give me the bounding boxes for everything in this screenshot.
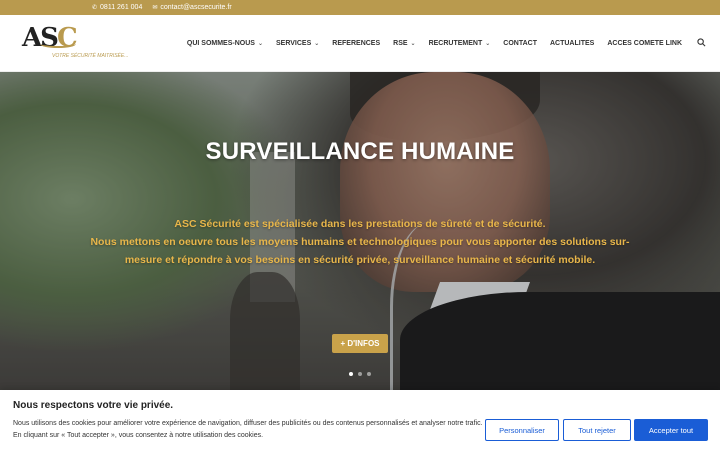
top-contact-bar: ✆ 0811 261 004 ✉ contact@ascsecurite.fr [0, 0, 720, 15]
hero-line-1: ASC Sécurité est spécialisée dans les pr… [174, 218, 546, 230]
slider-dot[interactable] [349, 372, 353, 376]
nav-item-services[interactable]: SERVICES ⌄ [276, 40, 319, 47]
site-logo[interactable]: ASC VOTRE SÉCURITÉ MAITRISÉE... [22, 23, 129, 65]
slider-dots [349, 372, 371, 376]
logo-mark: ASC [22, 23, 78, 53]
search-icon[interactable] [697, 38, 706, 49]
nav-item-label: RECRUTEMENT [428, 40, 483, 47]
hero-slider: SURVEILLANCE HUMAINE ASC Sécurité est sp… [0, 72, 720, 390]
nav-item-acces-comete-link[interactable]: ACCES COMETE LINK [607, 40, 682, 47]
nav-item-recrutement[interactable]: RECRUTEMENT ⌄ [429, 40, 491, 47]
chevron-down-icon: ⌄ [257, 41, 263, 47]
logo-tagline: VOTRE SÉCURITÉ MAITRISÉE... [52, 53, 129, 59]
cookie-banner: Nous respectons votre vie privée. Nous u… [0, 390, 720, 450]
accept-all-button[interactable]: Accepter tout [634, 419, 708, 441]
nav-item-references[interactable]: REFERENCES [332, 40, 380, 47]
nav-item-label: ACTUALITES [549, 40, 595, 47]
phone-number: 0811 261 004 [100, 4, 143, 11]
cookie-text: Nous utilisons des cookies pour améliore… [13, 420, 483, 439]
nav-item-label: QUI SOMMES-NOUS [186, 40, 255, 47]
email-contact[interactable]: ✉ contact@ascsecurite.fr [152, 4, 231, 11]
site-header: ASC VOTRE SÉCURITÉ MAITRISÉE... QUI SOMM… [0, 15, 720, 72]
nav-item-label: SERVICES [275, 40, 312, 47]
nav-item-actualites[interactable]: ACTUALITES [550, 40, 594, 47]
nav-item-qui-sommes-nous[interactable]: QUI SOMMES-NOUS ⌄ [187, 40, 263, 47]
nav-item-label: ACCES COMETE LINK [607, 40, 682, 47]
envelope-icon: ✉ [152, 5, 158, 11]
chevron-down-icon: ⌄ [314, 41, 320, 47]
chevron-down-icon: ⌄ [485, 41, 491, 47]
slider-dot[interactable] [358, 372, 362, 376]
chevron-down-icon: ⌄ [410, 41, 416, 47]
phone-contact[interactable]: ✆ 0811 261 004 [92, 4, 142, 11]
email-address: contact@ascsecurite.fr [160, 4, 232, 11]
reject-all-button[interactable]: Tout rejeter [563, 419, 631, 441]
cookie-title: Nous respectons votre vie privée. [13, 400, 174, 411]
nav-item-label: REFERENCES [332, 40, 381, 47]
hero-line-2: Nous mettons en oeuvre tous les moyens h… [90, 236, 630, 266]
phone-icon: ✆ [92, 5, 98, 11]
nav-item-rse[interactable]: RSE ⌄ [393, 40, 415, 47]
customize-button[interactable]: Personnaliser [485, 419, 559, 441]
main-navigation: QUI SOMMES-NOUS ⌄ SERVICES ⌄ REFERENCES RSE ⌄ R… [187, 38, 706, 49]
nav-item-label: CONTACT [503, 40, 537, 47]
nav-item-label: RSE [393, 40, 408, 47]
nav-item-contact[interactable]: CONTACT [503, 40, 537, 47]
hero-description: ASC Sécurité est spécialisée dans les pr… [90, 215, 630, 269]
logo-swoosh [40, 40, 76, 48]
slider-dot[interactable] [367, 372, 371, 376]
more-info-button[interactable]: + D'INFOS [332, 334, 388, 353]
hero-title: SURVEILLANCE HUMAINE [205, 138, 515, 165]
